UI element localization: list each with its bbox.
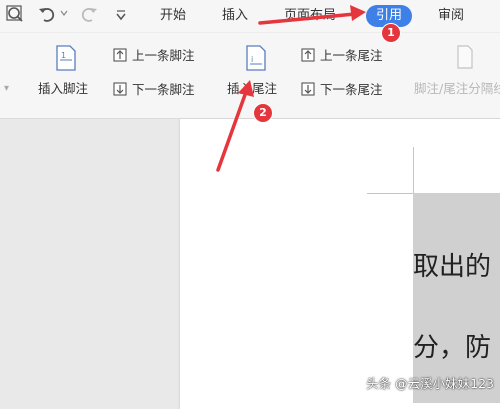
prev-endnote-icon	[301, 47, 315, 62]
endnote-icon: i	[245, 45, 267, 75]
prev-footnote-label: 上一条脚注	[132, 48, 195, 63]
footnote-icon: 1	[55, 45, 77, 75]
redo-icon[interactable]	[80, 5, 98, 23]
prev-endnote-label: 上一条尾注	[320, 48, 383, 63]
footnote-separator-label: 脚注/尾注分隔线	[414, 81, 500, 96]
next-footnote-label: 下一条脚注	[132, 82, 195, 97]
document-text-line[interactable]: 分，防	[413, 333, 491, 363]
tab-review[interactable]: 审阅	[438, 6, 464, 26]
menu-bar: 开始 插入 页面布局 引用 审阅	[0, 0, 500, 33]
selected-text-region[interactable]	[413, 193, 500, 403]
annotation-badge-1: 1	[381, 23, 401, 43]
undo-icon[interactable]	[38, 5, 56, 23]
prev-endnote-button[interactable]: 上一条尾注	[300, 45, 383, 64]
next-footnote-button[interactable]: 下一条脚注	[112, 79, 195, 98]
ribbon-scroll-left-icon[interactable]: ▾	[4, 83, 9, 94]
annotation-badge-2: 2	[253, 103, 273, 123]
print-preview-icon[interactable]	[6, 5, 24, 23]
insert-footnote-label: 插入脚注	[38, 81, 89, 96]
insert-endnote-label: 插入尾注	[227, 81, 278, 96]
tab-page-layout[interactable]: 页面布局	[284, 6, 336, 26]
next-endnote-button[interactable]: 下一条尾注	[300, 79, 383, 98]
svg-text:1: 1	[61, 51, 66, 60]
page-margin-mark	[367, 193, 413, 194]
next-endnote-icon	[301, 81, 315, 96]
svg-text:i: i	[251, 55, 253, 64]
prev-footnote-button[interactable]: 上一条脚注	[112, 45, 195, 64]
separator-icon	[456, 45, 474, 73]
tab-insert[interactable]: 插入	[222, 6, 248, 26]
prev-footnote-icon	[113, 47, 127, 62]
watermark: 头条 @云溪小妹妹123	[366, 376, 494, 391]
document-text-line[interactable]: 取出的	[413, 252, 491, 282]
undo-dropdown-icon[interactable]	[60, 9, 68, 17]
page-margin-mark	[413, 147, 414, 193]
next-footnote-icon	[113, 81, 127, 96]
tab-start[interactable]: 开始	[160, 6, 186, 26]
next-endnote-label: 下一条尾注	[320, 82, 383, 97]
ribbon: ▾ 1 插入脚注 上一条脚注 下一条脚注 i 插入尾注 上一条尾注 下一条尾注 …	[0, 33, 500, 119]
customize-icon[interactable]	[115, 9, 127, 21]
